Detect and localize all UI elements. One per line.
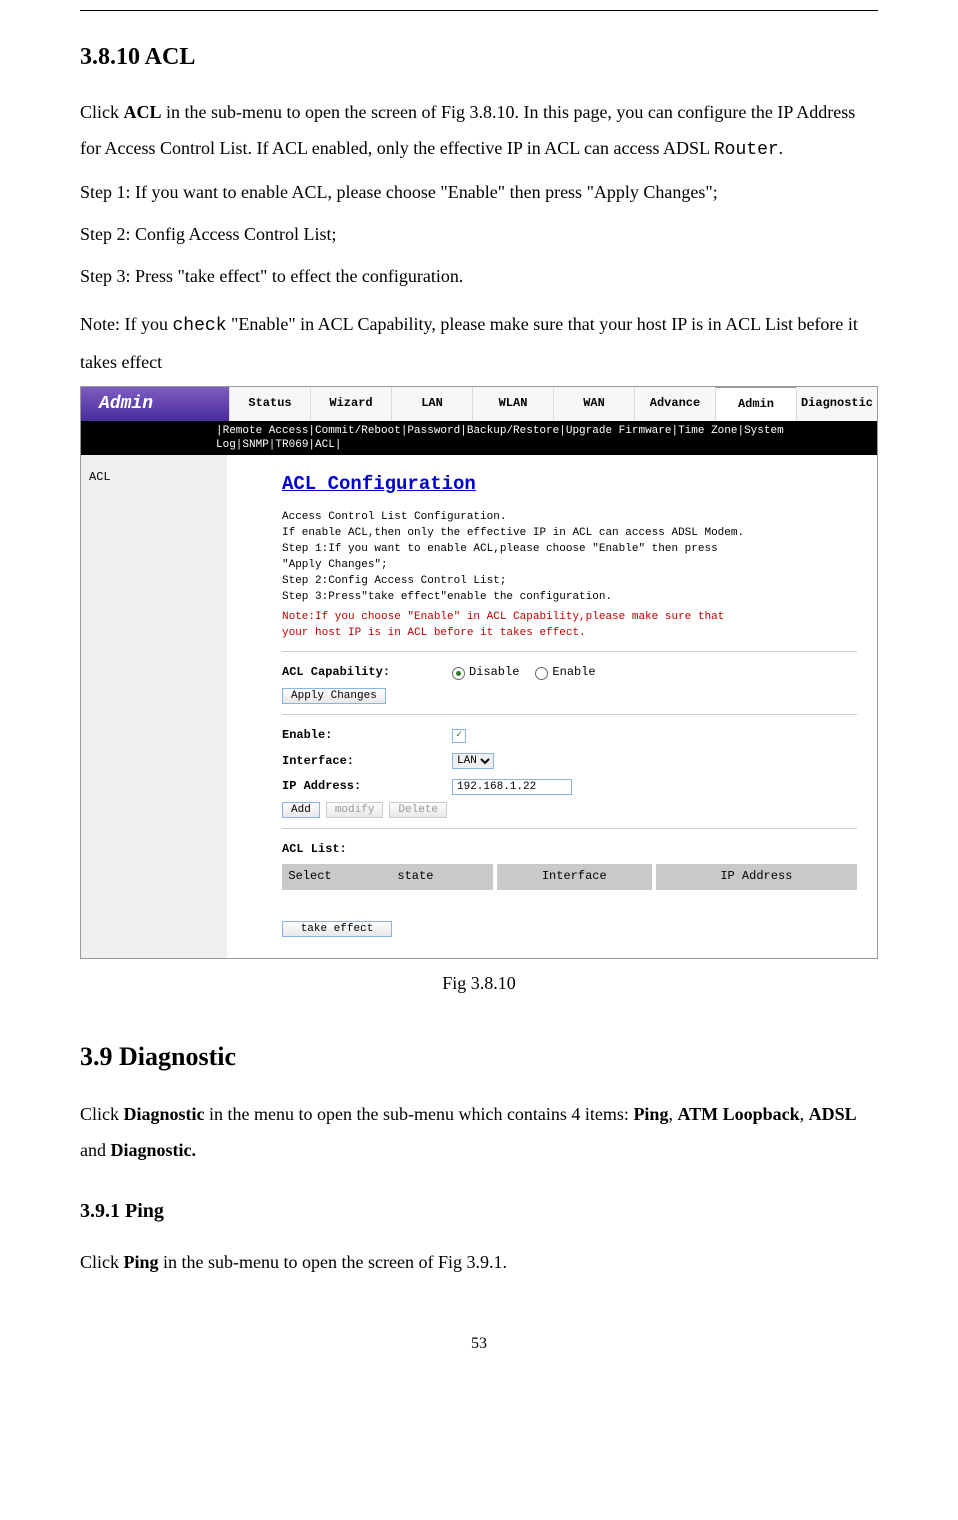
nav-lan[interactable]: LAN [391, 387, 472, 421]
text: Note: If you [80, 314, 172, 334]
figure-caption: Fig 3.8.10 [80, 967, 878, 999]
top-rule [80, 10, 878, 11]
label-ip-address: IP Address: [282, 776, 452, 798]
radio-disable[interactable]: Disable [452, 662, 519, 684]
screenshot-acl-config: Admin Status Wizard LAN WLAN WAN Advance… [80, 386, 878, 958]
radio-label: Disable [469, 662, 519, 684]
paragraph-ping: Click Ping in the sub-menu to open the s… [80, 1244, 878, 1280]
text-mono: check [172, 316, 226, 336]
text-bold: Ping [124, 1252, 159, 1272]
content-panel: ACL Configuration Access Control List Co… [227, 455, 877, 957]
text-bold: ATM Loopback [677, 1104, 799, 1124]
label-enable: Enable: [282, 725, 452, 747]
text-bold: ADSL [809, 1104, 857, 1124]
th-select: Select [282, 864, 338, 890]
text-bold: Diagnostic. [111, 1140, 197, 1160]
label-acl-capability: ACL Capability: [282, 662, 452, 684]
add-button[interactable]: Add [282, 802, 320, 818]
take-effect-button[interactable]: take effect [282, 921, 392, 937]
radio-enable[interactable]: Enable [535, 662, 595, 684]
heading-diagnostic: 3.9 Diagnostic [80, 1034, 878, 1081]
th-state: state [338, 864, 493, 890]
nav-status[interactable]: Status [229, 387, 310, 421]
top-nav: Status Wizard LAN WLAN WAN Advance Admin… [229, 387, 877, 421]
separator [282, 714, 857, 715]
paragraph-diagnostic: Click Diagnostic in the menu to open the… [80, 1096, 878, 1168]
text: and [80, 1140, 111, 1160]
text-bold: Ping [633, 1104, 668, 1124]
text: in the sub-menu to open the screen of Fi… [159, 1252, 507, 1272]
panel-warning: Note:If you choose "Enable" in ACL Capab… [282, 609, 857, 641]
acl-table-header: Select state Interface IP Address [282, 864, 857, 890]
delete-button[interactable]: Delete [389, 802, 447, 818]
page-number: 53 [80, 1330, 878, 1359]
radio-icon [535, 667, 548, 680]
apply-changes-button[interactable]: Apply Changes [282, 688, 386, 704]
text: Click [80, 1252, 124, 1272]
th-interface: Interface [497, 864, 652, 890]
nav-wan[interactable]: WAN [553, 387, 634, 421]
text: Click [80, 1104, 124, 1124]
text: , [800, 1104, 809, 1124]
sub-nav-bar[interactable]: |Remote Access|Commit/Reboot|Password|Ba… [81, 421, 877, 455]
enable-checkbox[interactable] [452, 729, 466, 743]
radio-label: Enable [552, 662, 595, 684]
sidebar-item-acl[interactable]: ACL [89, 467, 219, 489]
text: Click [80, 102, 124, 122]
topbar: Admin Status Wizard LAN WLAN WAN Advance… [81, 387, 877, 421]
paragraph-note: Note: If you check "Enable" in ACL Capab… [80, 306, 878, 380]
text: in the menu to open the sub-menu which c… [205, 1104, 634, 1124]
sidebar: ACL [81, 455, 227, 957]
nav-advance[interactable]: Advance [634, 387, 715, 421]
label-interface: Interface: [282, 751, 452, 773]
text-bold: Diagnostic [124, 1104, 205, 1124]
nav-admin[interactable]: Admin [715, 387, 796, 421]
th-ip: IP Address [656, 864, 857, 890]
paragraph-intro: Click ACL in the sub-menu to open the sc… [80, 94, 878, 168]
modify-button[interactable]: modify [326, 802, 384, 818]
interface-select[interactable]: LAN [452, 753, 494, 769]
heading-acl: 3.8.10 ACL [80, 36, 878, 79]
separator [282, 651, 857, 652]
radio-icon [452, 667, 465, 680]
nav-wlan[interactable]: WLAN [472, 387, 553, 421]
separator [282, 828, 857, 829]
step-1: Step 1: If you want to enable ACL, pleas… [80, 174, 878, 210]
step-2: Step 2: Config Access Control List; [80, 216, 878, 252]
nav-diagnostic[interactable]: Diagnostic [796, 387, 877, 421]
text-mono: Router [714, 140, 779, 160]
panel-title: ACL Configuration [282, 467, 857, 501]
text-bold: ACL [124, 102, 162, 122]
step-3: Step 3: Press "take effect" to effect th… [80, 258, 878, 294]
label-acl-list: ACL List: [282, 839, 452, 861]
heading-ping: 3.9.1 Ping [80, 1193, 878, 1229]
nav-wizard[interactable]: Wizard [310, 387, 391, 421]
ip-address-input[interactable] [452, 779, 572, 795]
panel-description: Access Control List Configuration. If en… [282, 509, 857, 605]
text: . [779, 138, 784, 158]
brand-label: Admin [81, 387, 229, 421]
